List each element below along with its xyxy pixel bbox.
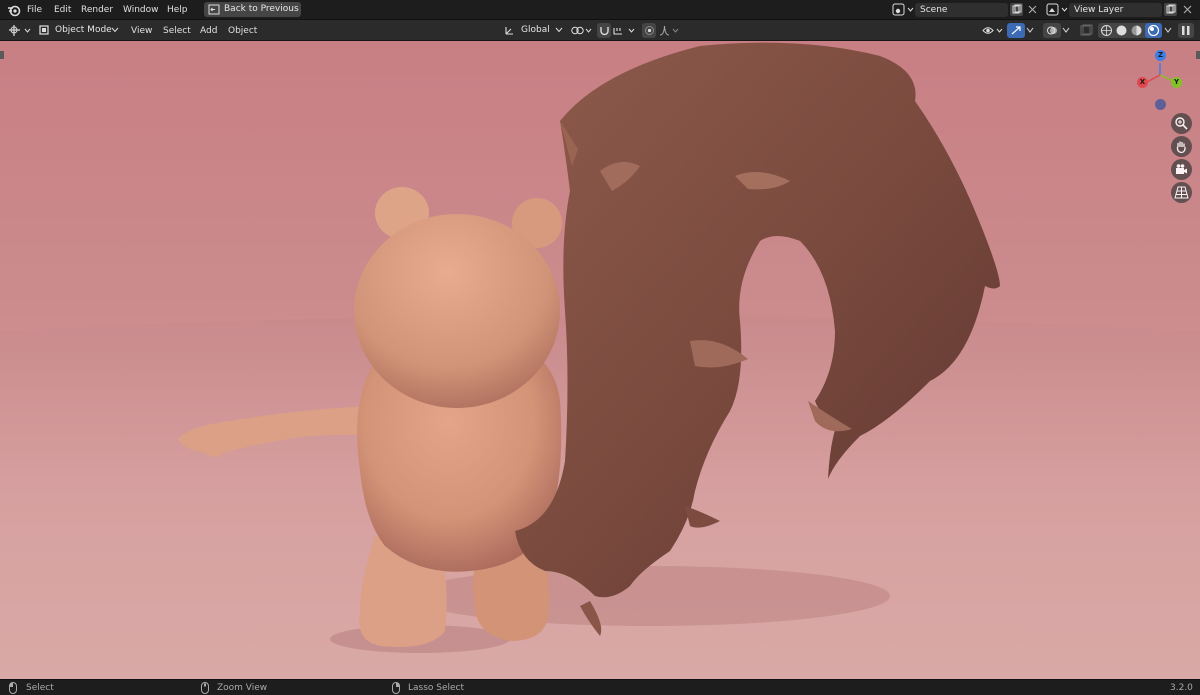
menu-file[interactable]: File — [24, 3, 45, 17]
mouse-left-icon — [9, 682, 17, 694]
wireframe-shading-icon[interactable] — [1100, 24, 1113, 37]
visibility-eye-icon[interactable] — [982, 24, 1006, 37]
pan-button[interactable] — [1171, 136, 1192, 157]
perspective-toggle-button[interactable] — [1171, 182, 1192, 203]
scene-field[interactable]: Scene — [915, 3, 1008, 17]
view-layer-name: View Layer — [1074, 5, 1124, 15]
camera-icon — [1176, 164, 1187, 174]
proportional-edit-icon — [645, 26, 654, 35]
gizmo-negative-z-axis[interactable] — [1155, 99, 1166, 110]
overlays-toggle[interactable] — [1043, 23, 1061, 38]
status-bar: Select Zoom View Lasso Select 3.2.0 — [0, 679, 1200, 695]
navigation-gizmo[interactable]: Z X Y — [1130, 49, 1190, 119]
orientation-icon — [505, 27, 513, 35]
blender-logo-icon[interactable] — [7, 3, 21, 17]
falloff-icon[interactable] — [658, 24, 682, 37]
scene-name: Scene — [920, 5, 948, 15]
mode-selector[interactable]: Object Mode — [36, 23, 121, 37]
shading-mode-group — [1098, 23, 1162, 38]
toolbar-region-tab[interactable] — [0, 51, 4, 59]
menu-render[interactable]: Render — [78, 3, 116, 17]
overlays-dropdown-icon[interactable] — [1061, 27, 1071, 34]
camera-view-button[interactable] — [1171, 159, 1192, 180]
rendered-scene — [0, 42, 1200, 679]
rendered-shading-button[interactable] — [1145, 23, 1162, 38]
gizmo-y-axis[interactable]: Y — [1171, 77, 1182, 88]
menu-add[interactable]: Add — [197, 24, 220, 38]
status-select: Select — [26, 683, 54, 693]
menu-window[interactable]: Window — [120, 3, 162, 17]
status-lasso-select: Lasso Select — [408, 683, 465, 693]
new-scene-icon[interactable] — [1010, 3, 1023, 16]
viewport-header: Object Mode View Select Add Object Globa… — [0, 20, 1200, 41]
orientation-label: Global — [521, 25, 550, 35]
3d-viewport[interactable]: Z X Y — [0, 41, 1200, 679]
gizmo-icon — [1011, 26, 1021, 35]
menu-help[interactable]: Help — [164, 3, 191, 17]
editor-type-icon[interactable] — [8, 24, 32, 37]
overlays-icon — [1047, 26, 1057, 35]
proportional-editing-toggle[interactable] — [642, 23, 656, 38]
pause-icon — [1182, 26, 1190, 35]
magnet-icon — [600, 27, 609, 36]
status-zoom-view: Zoom View — [217, 683, 268, 693]
shading-dropdown-icon[interactable] — [1163, 27, 1173, 34]
zoom-icon — [1175, 117, 1188, 130]
mouse-middle-icon — [201, 682, 209, 694]
new-view-layer-icon[interactable] — [1164, 3, 1177, 16]
hand-pan-icon — [1176, 141, 1186, 154]
back-to-previous-button[interactable]: Back to Previous — [204, 2, 301, 17]
close-scene-icon[interactable] — [1026, 3, 1039, 16]
view-layer-icon[interactable] — [1046, 3, 1068, 17]
gizmo-x-axis[interactable]: X — [1137, 77, 1148, 88]
object-mode-icon — [39, 25, 49, 35]
gizmo-z-axis[interactable]: Z — [1155, 50, 1166, 61]
bear-head — [354, 214, 560, 408]
menu-edit[interactable]: Edit — [51, 3, 74, 17]
mouse-right-icon — [392, 682, 400, 694]
scene-icon[interactable] — [892, 3, 914, 17]
gizmo-dropdown-icon[interactable] — [1025, 27, 1035, 34]
material-preview-shading-icon[interactable] — [1130, 24, 1143, 37]
xray-toggle-icon[interactable] — [1079, 24, 1093, 37]
gizmo-toggle[interactable] — [1007, 23, 1025, 38]
zoom-button[interactable] — [1171, 113, 1192, 134]
top-bar: File Edit Render Window Help Back to Pre… — [0, 0, 1200, 20]
solid-shading-icon[interactable] — [1115, 24, 1128, 37]
chevron-down-icon — [555, 27, 563, 33]
close-view-layer-icon[interactable] — [1181, 3, 1194, 16]
mode-label: Object Mode — [55, 25, 112, 35]
menu-view[interactable]: View — [128, 24, 155, 38]
pause-render-button[interactable] — [1178, 23, 1194, 38]
blender-version: 3.2.0 — [1170, 683, 1193, 693]
back-arrow-icon — [208, 4, 220, 15]
transform-orientation-dropdown[interactable]: Global — [502, 23, 564, 37]
back-to-previous-label: Back to Previous — [224, 4, 299, 14]
view-layer-field[interactable]: View Layer — [1069, 3, 1162, 17]
menu-select[interactable]: Select — [160, 24, 194, 38]
chevron-down-icon — [111, 27, 119, 33]
grid-perspective-icon — [1174, 186, 1189, 199]
menu-object[interactable]: Object — [225, 24, 260, 38]
sidebar-region-tab[interactable] — [1196, 51, 1200, 59]
rendered-shading-icon — [1147, 24, 1160, 37]
pivot-point-icon[interactable] — [570, 24, 594, 37]
snap-toggle[interactable] — [597, 23, 611, 38]
snap-target-icon[interactable] — [612, 24, 638, 37]
